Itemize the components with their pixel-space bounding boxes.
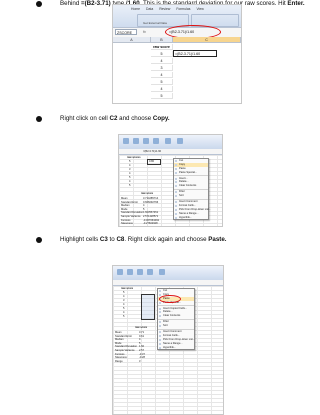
value-cell[interactable]: 5 bbox=[123, 307, 124, 310]
value-cell[interactable]: 4 bbox=[123, 295, 124, 298]
ribbon-tab[interactable]: Data bbox=[146, 7, 153, 11]
value-cell[interactable]: 4 bbox=[151, 72, 173, 78]
ribbon-tab[interactable]: Home bbox=[131, 7, 140, 11]
ribbon-icon bbox=[123, 138, 129, 144]
step-run: Behind bbox=[60, 0, 81, 7]
context-menu: Cut Copy Paste Paste Special... Insert... Del… bbox=[173, 158, 211, 221]
ribbon bbox=[113, 266, 223, 281]
menu-item-hyperlink[interactable]: Hyperlink... bbox=[158, 346, 194, 350]
ribbon-icon bbox=[147, 269, 153, 275]
ribbon-tab[interactable]: View bbox=[196, 7, 203, 11]
ribbon-icon bbox=[137, 269, 143, 275]
value-cell[interactable]: 4 bbox=[123, 311, 124, 314]
sheet-content: raw scores 5 4 3 4 5 4 5 0.80 raw score Mean 3.7142… bbox=[119, 155, 222, 226]
column-header-a[interactable]: A bbox=[113, 37, 151, 43]
step-2-text: Right click on cell C2 and choose Copy. bbox=[60, 115, 170, 123]
menu-item-clear-contents[interactable]: Clear Contents bbox=[174, 184, 208, 188]
paste-highlight-ellipse bbox=[159, 295, 181, 303]
editing-cell-c2[interactable]: =(B2-3.71)/1.60 bbox=[173, 50, 217, 57]
step-emphasis: Enter. bbox=[287, 0, 305, 7]
ribbon-icon bbox=[159, 269, 165, 275]
step-3-text: Highlight cells C3 to C8. Right click ag… bbox=[60, 236, 227, 244]
stat-value: 3 bbox=[139, 359, 141, 363]
column-header-b[interactable]: B bbox=[151, 37, 173, 43]
ribbon bbox=[119, 135, 222, 150]
step-emphasis: Copy. bbox=[152, 115, 170, 122]
value-cell[interactable]: 3 bbox=[129, 168, 130, 171]
ribbon-tab[interactable]: Formulas bbox=[176, 7, 190, 11]
menu-item-sort[interactable]: Sort bbox=[158, 324, 194, 328]
bullet-3 bbox=[36, 237, 42, 243]
ribbon-tabs: Home Data Review Formulas View bbox=[113, 5, 241, 12]
stat-label: Range bbox=[115, 359, 123, 363]
bullet-1 bbox=[36, 1, 42, 7]
header-cell: raw score bbox=[151, 44, 173, 50]
name-box[interactable]: ZSCORE bbox=[115, 29, 137, 35]
selected-range-c3-c8 bbox=[141, 294, 155, 320]
ribbon: Home Data Review Formulas View Get External … bbox=[113, 5, 241, 27]
value-cell[interactable]: 4 bbox=[129, 164, 130, 167]
step-run: . Right click again and choose bbox=[124, 236, 209, 243]
value-cell[interactable]: 4 bbox=[123, 303, 124, 306]
column-header-c[interactable]: C bbox=[173, 37, 241, 43]
step-run: Right click on cell bbox=[60, 115, 110, 122]
sheet-content: raw score 5 4 3 4 5 4 5 raw score Mean 3.71 Standar… bbox=[113, 286, 223, 414]
stats-header: raw score bbox=[141, 192, 154, 195]
screenshot-formula-entry: Home Data Review Formulas View Get External … bbox=[112, 4, 242, 104]
ribbon-icon bbox=[153, 138, 159, 144]
value-cell[interactable]: 5 bbox=[129, 176, 130, 179]
formula-text[interactable]: =(B2-3.71)/1.60 bbox=[143, 150, 161, 153]
value-cell[interactable]: 4 bbox=[129, 172, 130, 175]
step-run: Highlight cells bbox=[60, 236, 100, 243]
screenshot-copy-menu: =(B2-3.71)/1.60 raw scores 5 4 3 4 5 4 5 0.80 raw… bbox=[118, 134, 223, 227]
step-run: and choose bbox=[117, 115, 153, 122]
ribbon-icon bbox=[133, 138, 139, 144]
value-cell[interactable]: 5 bbox=[129, 184, 130, 187]
fx-icon: fx bbox=[143, 30, 146, 34]
screenshot-paste-menu: raw score 5 4 3 4 5 4 5 raw score Mean 3.71 Standar… bbox=[112, 265, 224, 415]
ribbon-icon bbox=[117, 269, 123, 275]
value-cell[interactable]: 4 bbox=[129, 180, 130, 183]
bullet-2 bbox=[36, 116, 42, 122]
stat-label: Skewness bbox=[121, 222, 133, 226]
stats-header: raw score bbox=[135, 326, 148, 329]
header-cell: raw scores bbox=[127, 156, 141, 159]
value-cell[interactable]: 5 bbox=[123, 291, 124, 294]
step-emphasis: Paste. bbox=[208, 236, 227, 243]
step-emphasis: C3 bbox=[99, 236, 108, 243]
stat-value: 0.606092796 bbox=[143, 200, 159, 204]
value-cell[interactable]: 5 bbox=[123, 315, 124, 318]
header-cell: raw score bbox=[121, 287, 134, 290]
sheet-grid: A B Craw score 5 4 3 4 5 4 5 =(B2-3.71)/1.60 bbox=[113, 37, 241, 103]
value-cell[interactable]: 5 bbox=[151, 51, 173, 57]
value-cell[interactable]: 4 bbox=[151, 86, 173, 92]
step-emphasis: =(B2-3.71) bbox=[81, 0, 111, 7]
get-external-data-label: Get External Data bbox=[143, 21, 167, 25]
value-cell[interactable]: 5 bbox=[151, 93, 173, 99]
value-cell[interactable]: 3 bbox=[151, 65, 173, 71]
c2-value[interactable]: 0.80 bbox=[149, 160, 154, 163]
menu-item-sort[interactable]: Sort bbox=[174, 194, 208, 198]
menu-item-hyperlink[interactable]: Hyperlink... bbox=[174, 216, 208, 220]
menu-item-paste-special[interactable]: Paste Special... bbox=[174, 171, 208, 175]
ribbon-icon bbox=[143, 138, 149, 144]
menu-item-clear-contents[interactable]: Clear Contents bbox=[158, 314, 194, 318]
ribbon-icon bbox=[177, 138, 183, 144]
value-cell[interactable]: 5 bbox=[151, 79, 173, 85]
value-cell[interactable]: 4 bbox=[151, 58, 173, 64]
stat-value: -0.27602928 bbox=[143, 222, 158, 226]
value-cell[interactable]: 3 bbox=[123, 299, 124, 302]
value-cell[interactable]: 5 bbox=[129, 160, 130, 163]
ribbon-icon bbox=[165, 138, 171, 144]
ribbon-icon bbox=[127, 269, 133, 275]
ribbon-tab[interactable]: Review bbox=[159, 7, 170, 11]
